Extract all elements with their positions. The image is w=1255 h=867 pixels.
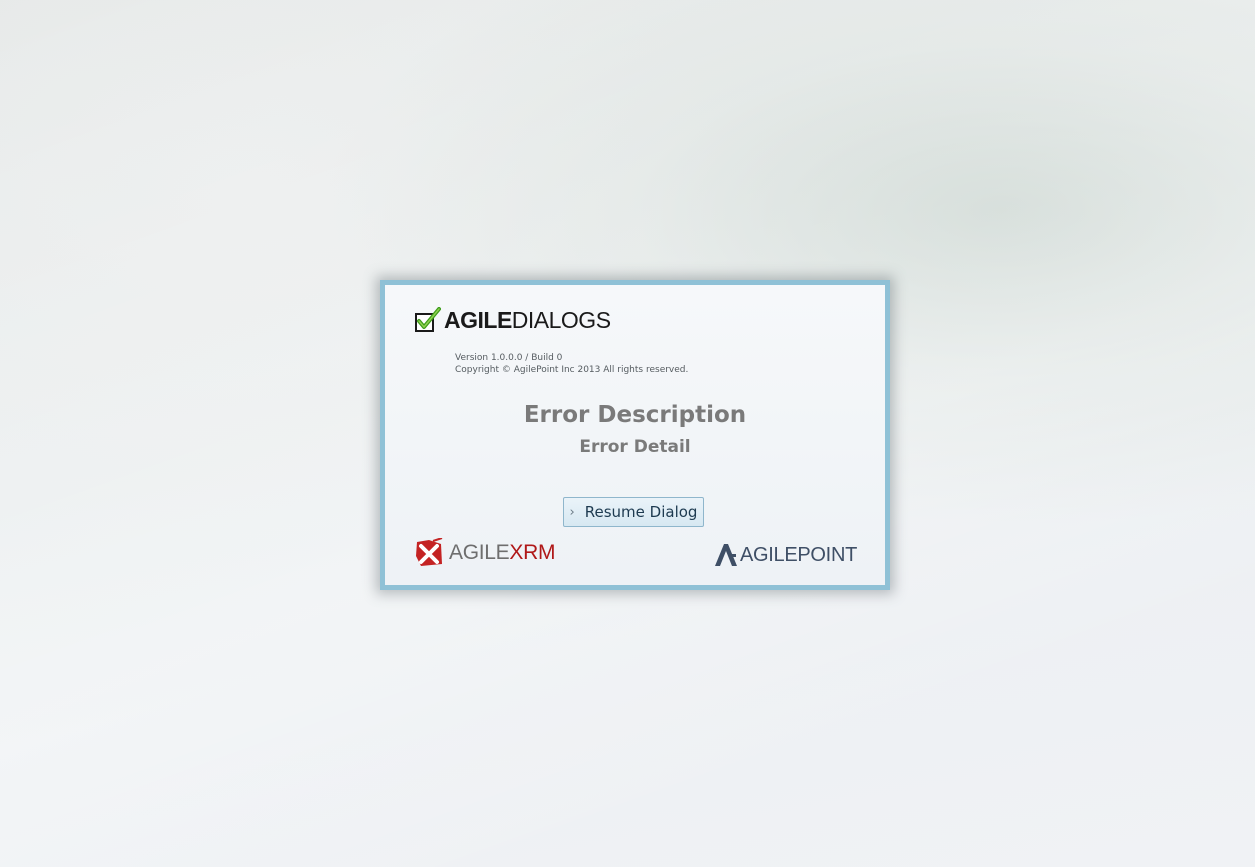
agilepoint-a-icon xyxy=(714,544,737,566)
agilexrm-x-icon xyxy=(416,538,443,566)
error-description: Error Description xyxy=(523,402,747,428)
checkbox-check-icon xyxy=(415,307,441,332)
agiledialogs-logo: AGILEDIALOGS xyxy=(415,305,611,335)
logo-wordmark: AGILEDIALOGS xyxy=(444,306,611,333)
agilepoint-logo: AGILEPOINT xyxy=(714,542,857,568)
error-detail: Error Detail xyxy=(579,437,691,457)
agilexrm-wordmark: AGILEXRM xyxy=(449,541,556,564)
about-info: Version 1.0.0.0 / Build 0 Copyright © Ag… xyxy=(455,352,688,376)
version-text: Version 1.0.0.0 / Build 0 xyxy=(455,353,563,363)
resume-dialog-label: Resume Dialog xyxy=(584,503,698,521)
error-dialog: AGILEDIALOGS Version 1.0.0.0 / Build 0 C… xyxy=(380,280,890,590)
resume-dialog-button[interactable]: › Resume Dialog xyxy=(563,497,704,527)
copyright-text: Copyright © AgilePoint Inc 2013 All righ… xyxy=(455,365,689,375)
chevron-right-icon: › xyxy=(569,504,575,520)
agilepoint-wordmark: AGILEPOINT xyxy=(739,543,857,566)
agilexrm-logo: AGILEXRM xyxy=(415,538,555,568)
